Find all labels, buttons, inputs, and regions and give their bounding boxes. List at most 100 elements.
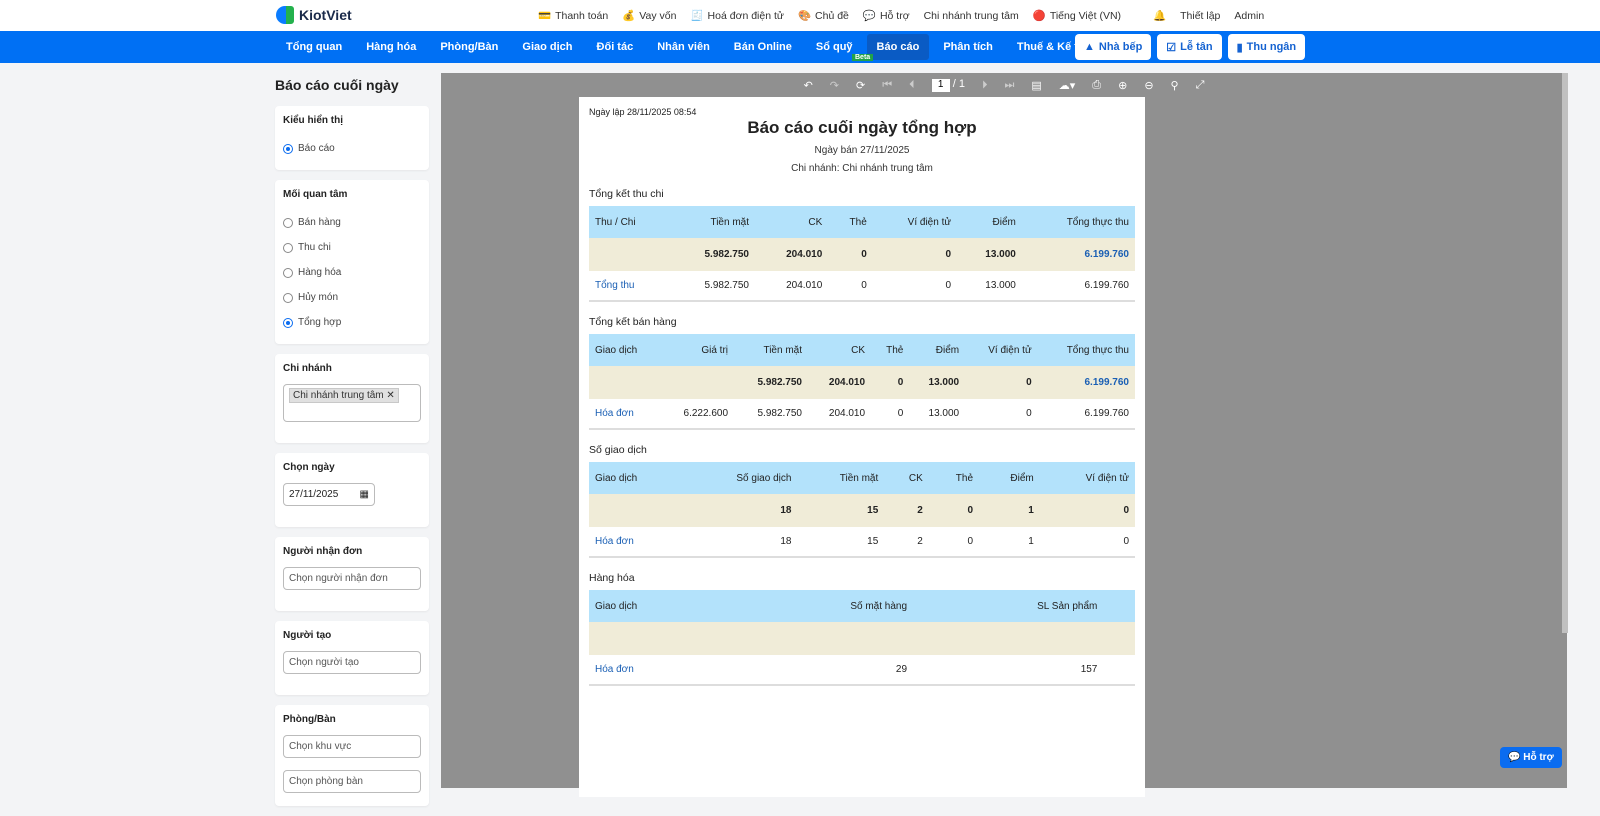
- cashier-icon: ▮: [1236, 41, 1243, 54]
- row-link[interactable]: Hóa đơn: [589, 399, 661, 430]
- cell: 5.982.750: [734, 399, 808, 430]
- column-header: Ví điện tử: [1039, 462, 1135, 494]
- concern-label: Mối quan tâm: [283, 189, 348, 200]
- cell: 204.010: [808, 399, 872, 430]
- nav-item-6[interactable]: Bán Online: [724, 34, 802, 60]
- top-link-language[interactable]: 🔴 Tiếng Việt (VN): [1033, 9, 1121, 22]
- column-header: Số mặt hàng: [731, 590, 914, 622]
- section-title: Tổng kết bán hàng: [589, 316, 677, 328]
- room-input[interactable]: Chọn phòng bàn: [283, 770, 421, 793]
- calendar-icon[interactable]: ▦: [360, 489, 369, 500]
- cell: 0: [1039, 494, 1135, 527]
- refresh-icon[interactable]: ⟳: [856, 79, 865, 92]
- nav-item-0[interactable]: Tổng quan: [276, 34, 352, 60]
- section-title: Hàng hóa: [589, 572, 635, 584]
- prev-page-icon[interactable]: ⏴: [909, 79, 915, 92]
- nav-item-3[interactable]: Giao dịch: [512, 34, 582, 60]
- print-icon[interactable]: ⎙: [1092, 79, 1101, 92]
- summary-row: 18 15 2 0 1 0: [589, 494, 1135, 527]
- header-row: Giao dịch Số mặt hàng SL Sản phẩm: [589, 590, 1135, 622]
- top-link-payment[interactable]: 💳 Thanh toán: [538, 9, 608, 22]
- radio-option[interactable]: Báo cáo: [283, 136, 421, 161]
- nav-item-9[interactable]: Phân tích: [933, 34, 1003, 60]
- bell-icon[interactable]: 🔔: [1153, 9, 1166, 22]
- scrollbar[interactable]: [1562, 73, 1568, 633]
- cell: 0: [965, 399, 1038, 430]
- search-icon[interactable]: ⚲: [1171, 79, 1179, 92]
- export-icon[interactable]: ☁▾: [1059, 79, 1076, 92]
- document-icon[interactable]: ▤: [1031, 79, 1041, 92]
- remove-icon[interactable]: ✕: [386, 390, 394, 401]
- nav-item-8[interactable]: Báo cáo: [866, 34, 930, 60]
- cell: 5.982.750: [669, 238, 755, 271]
- creator-input[interactable]: Chọn người tạo: [283, 651, 421, 674]
- fullscreen-icon[interactable]: ⤢: [1196, 79, 1205, 92]
- top-link-loan[interactable]: 💰 Vay vốn: [622, 9, 676, 22]
- top-link-admin[interactable]: Admin: [1234, 10, 1264, 22]
- cell: 6.199.760: [1037, 366, 1135, 399]
- branch-select[interactable]: Chi nhánh trung tâm ✕: [283, 384, 421, 422]
- help-button[interactable]: 💬 Hỗ trợ: [1500, 747, 1562, 768]
- nav-button-0[interactable]: ▲ Nhà bếp: [1075, 34, 1152, 60]
- row-link[interactable]: Hóa đơn: [589, 527, 683, 558]
- nav-item-1[interactable]: Hàng hóa: [356, 34, 426, 60]
- cell: 0: [928, 527, 980, 558]
- radio-option[interactable]: Bán hàng: [283, 210, 421, 235]
- column-header: Giá trị: [660, 334, 735, 366]
- cell: 6.222.600: [660, 399, 735, 430]
- cell: 13.000: [909, 399, 966, 430]
- summary-row: 5.982.750 204.010 0 13.000 0 6.199.760: [589, 366, 1135, 399]
- page-input[interactable]: 1: [931, 79, 950, 92]
- receiver-label: Người nhận đơn: [283, 546, 363, 557]
- header-row: Thu / Chi Tiền mặt CK Thẻ Ví điện tử Điểm Tổng…: [589, 206, 1135, 238]
- last-page-icon[interactable]: ⏭: [1004, 79, 1014, 92]
- nav-item-5[interactable]: Nhân viên: [647, 34, 720, 60]
- date-input[interactable]: 27/11/2025 ▦: [283, 483, 375, 506]
- redo-icon[interactable]: ↷: [830, 79, 839, 92]
- zoom-out-icon[interactable]: ⊖: [1144, 79, 1153, 92]
- cell: 13.000: [957, 271, 1022, 302]
- nav-button-1[interactable]: ☑ Lễ tân: [1157, 34, 1222, 60]
- zoom-in-icon[interactable]: ⊕: [1118, 79, 1127, 92]
- row-link[interactable]: Hóa đơn: [589, 655, 732, 686]
- nav-item-4[interactable]: Đối tác: [587, 34, 644, 60]
- table-row: Hóa đơn 6.222.600 5.982.750 204.010 0 13.000 0…: [589, 399, 1135, 430]
- first-page-icon[interactable]: ⏮: [882, 79, 892, 92]
- column-header: Giao dịch: [589, 462, 683, 494]
- branch-tag: Chi nhánh trung tâm ✕: [289, 388, 399, 403]
- column-header: Điểm: [909, 334, 966, 366]
- summary-row: 5.982.750 204.010 0 0 13.000 6.199.760: [589, 238, 1135, 271]
- cell: [589, 494, 683, 527]
- top-link-support[interactable]: 💬 Hỗ trợ: [863, 9, 910, 22]
- cell: 5.982.750: [734, 366, 808, 399]
- column-header: CK: [808, 334, 872, 366]
- branch-card: Chi nhánh Chi nhánh trung tâm ✕: [275, 354, 429, 443]
- column-header: Thu / Chi: [589, 206, 670, 238]
- radio-option[interactable]: Hàng hóa: [283, 260, 421, 285]
- column-header: Tiền mặt: [734, 334, 808, 366]
- radio-option[interactable]: Tổng hợp: [283, 310, 421, 335]
- concern-card: Mối quan tâm Bán hàng Thu chi Hàng hóa Hủy m…: [275, 180, 429, 344]
- header-row: Giao dịch Giá trị Tiền mặt CK Thẻ Điểm Ví điện…: [589, 334, 1135, 366]
- radio-option[interactable]: Hủy món: [283, 285, 421, 310]
- logo[interactable]: KiotViet: [276, 6, 352, 24]
- radio-option[interactable]: Thu chi: [283, 235, 421, 260]
- column-header: Tổng thực thu: [1037, 334, 1135, 366]
- cell: [589, 366, 661, 399]
- nav-item-2[interactable]: Phòng/Bàn: [430, 34, 508, 60]
- report-page: Ngày lập 28/11/2025 08:54 Báo cáo cuối n…: [579, 97, 1145, 797]
- top-link-theme[interactable]: 🎨 Chủ đề: [798, 9, 849, 22]
- top-link-branch[interactable]: Chi nhánh trung tâm: [924, 10, 1019, 22]
- nav-button-2[interactable]: ▮ Thu ngân: [1227, 34, 1306, 60]
- top-link-settings[interactable]: Thiết lập: [1180, 10, 1220, 22]
- next-page-icon[interactable]: ⏵: [982, 79, 988, 92]
- branch-info: Chi nhánh: Chi nhánh trung tâm: [791, 163, 933, 174]
- receiver-input[interactable]: Chọn người nhận đơn: [283, 567, 421, 590]
- top-link-einvoice[interactable]: 🧾 Hoá đơn điện tử: [690, 9, 783, 22]
- undo-icon[interactable]: ↶: [804, 79, 813, 92]
- einvoice-icon: 🧾: [690, 10, 704, 22]
- summary-row: [589, 622, 1135, 655]
- cell: 0: [872, 238, 958, 271]
- row-link[interactable]: Tổng thu: [589, 271, 670, 302]
- area-input[interactable]: Chọn khu vực: [283, 735, 421, 758]
